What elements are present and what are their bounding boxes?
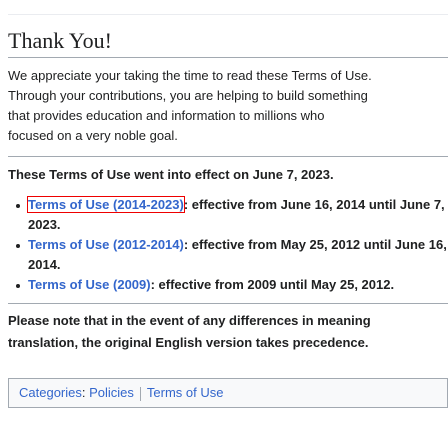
categories-link[interactable]: Categories [19,385,82,400]
section-divider [8,156,448,157]
terms-2009-link[interactable]: Terms of Use (2009) [28,277,151,292]
effective-note: These Terms of Use went into effect on J… [8,167,334,182]
list-item: Terms of Use (2012-2014): effective from… [16,235,448,275]
terms-2012-2014-link[interactable]: Terms of Use (2012-2014) [28,237,184,252]
page-heading: Thank You! [8,27,448,58]
category-bar: Categories: Policies Terms of Use [8,378,448,408]
intro-paragraph: We appreciate your taking the time to re… [8,66,448,146]
category-terms-of-use[interactable]: Terms of Use [147,385,224,400]
intro-line: focused on a very noble goal. [8,128,178,143]
list-item: Terms of Use (2014-2023): effective from… [16,195,448,235]
top-divider [8,14,448,15]
versions-list: Terms of Use (2014-2023) : effective from… [8,195,448,295]
separator [139,386,141,401]
category-policies[interactable]: Policies [89,385,134,400]
list-item: Terms of Use (2009): effective from 2009… [16,275,448,295]
note-divider [8,303,448,304]
version-desc: : effective from 2009 until May 25, 2012… [150,277,395,292]
content: Thank You! We appreciate your taking the… [8,14,448,408]
note-line: translation, the original English versio… [8,335,369,350]
intro-line: We appreciate your taking the time to re… [8,68,372,83]
note-line: Please note that in the event of any dif… [8,313,371,328]
intro-line: Through your contributions, you are help… [8,88,368,103]
intro-line: that provides education and information … [8,108,325,123]
translation-note: Please note that in the event of any dif… [8,310,448,354]
terms-2014-2023-link[interactable]: Terms of Use (2014-2023) [27,196,185,213]
